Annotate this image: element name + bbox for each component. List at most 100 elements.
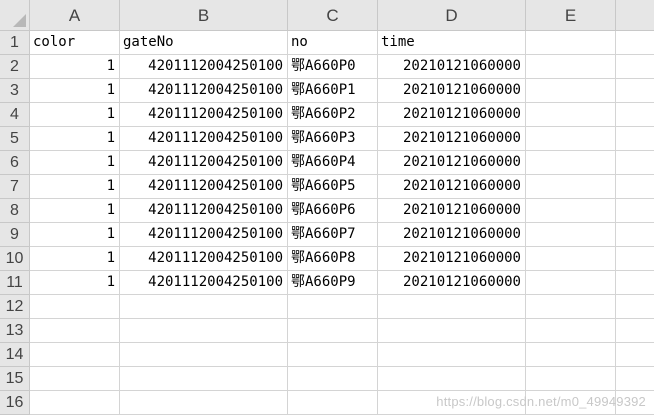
- cell-b7[interactable]: 4201112004250100: [120, 175, 288, 199]
- cell-c6[interactable]: 鄂A660P4: [288, 151, 378, 175]
- cell-f1[interactable]: [616, 31, 654, 55]
- cell-d10[interactable]: 20210121060000: [378, 247, 526, 271]
- cell-e5[interactable]: [526, 127, 616, 151]
- cell-f15[interactable]: [616, 367, 654, 391]
- cell-f7[interactable]: [616, 175, 654, 199]
- cell-d13[interactable]: [378, 319, 526, 343]
- cell-f12[interactable]: [616, 295, 654, 319]
- cell-f2[interactable]: [616, 55, 654, 79]
- cell-e9[interactable]: [526, 223, 616, 247]
- column-header-f[interactable]: [616, 0, 654, 31]
- row-header-9[interactable]: 9: [0, 223, 30, 247]
- cell-e1[interactable]: [526, 31, 616, 55]
- cell-e4[interactable]: [526, 103, 616, 127]
- row-header-7[interactable]: 7: [0, 175, 30, 199]
- cell-f14[interactable]: [616, 343, 654, 367]
- cell-b15[interactable]: [120, 367, 288, 391]
- row-header-6[interactable]: 6: [0, 151, 30, 175]
- cell-f9[interactable]: [616, 223, 654, 247]
- column-header-e[interactable]: E: [526, 0, 616, 31]
- row-header-10[interactable]: 10: [0, 247, 30, 271]
- cell-e3[interactable]: [526, 79, 616, 103]
- cell-d4[interactable]: 20210121060000: [378, 103, 526, 127]
- cell-c14[interactable]: [288, 343, 378, 367]
- row-header-8[interactable]: 8: [0, 199, 30, 223]
- cell-e11[interactable]: [526, 271, 616, 295]
- cell-e12[interactable]: [526, 295, 616, 319]
- row-header-4[interactable]: 4: [0, 103, 30, 127]
- cell-a6[interactable]: 1: [30, 151, 120, 175]
- cell-c8[interactable]: 鄂A660P6: [288, 199, 378, 223]
- cell-d7[interactable]: 20210121060000: [378, 175, 526, 199]
- cell-d14[interactable]: [378, 343, 526, 367]
- cell-a2[interactable]: 1: [30, 55, 120, 79]
- row-header-2[interactable]: 2: [0, 55, 30, 79]
- cell-d1[interactable]: time: [378, 31, 526, 55]
- cell-e15[interactable]: [526, 367, 616, 391]
- cell-d12[interactable]: [378, 295, 526, 319]
- cell-a16[interactable]: [30, 391, 120, 415]
- cell-b10[interactable]: 4201112004250100: [120, 247, 288, 271]
- cell-c7[interactable]: 鄂A660P5: [288, 175, 378, 199]
- row-header-3[interactable]: 3: [0, 79, 30, 103]
- cell-d8[interactable]: 20210121060000: [378, 199, 526, 223]
- cell-d3[interactable]: 20210121060000: [378, 79, 526, 103]
- cell-e8[interactable]: [526, 199, 616, 223]
- cell-b1[interactable]: gateNo: [120, 31, 288, 55]
- row-header-1[interactable]: 1: [0, 31, 30, 55]
- cell-a3[interactable]: 1: [30, 79, 120, 103]
- cell-a1[interactable]: color: [30, 31, 120, 55]
- cell-a12[interactable]: [30, 295, 120, 319]
- cell-f8[interactable]: [616, 199, 654, 223]
- column-header-a[interactable]: A: [30, 0, 120, 31]
- cell-b6[interactable]: 4201112004250100: [120, 151, 288, 175]
- column-header-d[interactable]: D: [378, 0, 526, 31]
- cell-b3[interactable]: 4201112004250100: [120, 79, 288, 103]
- cell-a9[interactable]: 1: [30, 223, 120, 247]
- cell-e10[interactable]: [526, 247, 616, 271]
- cell-a5[interactable]: 1: [30, 127, 120, 151]
- cell-d11[interactable]: 20210121060000: [378, 271, 526, 295]
- row-header-5[interactable]: 5: [0, 127, 30, 151]
- cell-a13[interactable]: [30, 319, 120, 343]
- cell-a15[interactable]: [30, 367, 120, 391]
- cell-a4[interactable]: 1: [30, 103, 120, 127]
- row-header-12[interactable]: 12: [0, 295, 30, 319]
- cell-b4[interactable]: 4201112004250100: [120, 103, 288, 127]
- cell-b12[interactable]: [120, 295, 288, 319]
- cell-b16[interactable]: [120, 391, 288, 415]
- cell-a7[interactable]: 1: [30, 175, 120, 199]
- cell-f4[interactable]: [616, 103, 654, 127]
- cell-c5[interactable]: 鄂A660P3: [288, 127, 378, 151]
- cell-c4[interactable]: 鄂A660P2: [288, 103, 378, 127]
- cell-c10[interactable]: 鄂A660P8: [288, 247, 378, 271]
- cell-d6[interactable]: 20210121060000: [378, 151, 526, 175]
- cell-d5[interactable]: 20210121060000: [378, 127, 526, 151]
- cell-c1[interactable]: no: [288, 31, 378, 55]
- cell-b9[interactable]: 4201112004250100: [120, 223, 288, 247]
- cell-b8[interactable]: 4201112004250100: [120, 199, 288, 223]
- cell-d15[interactable]: [378, 367, 526, 391]
- cell-f10[interactable]: [616, 247, 654, 271]
- column-header-b[interactable]: B: [120, 0, 288, 31]
- cell-a10[interactable]: 1: [30, 247, 120, 271]
- cell-d9[interactable]: 20210121060000: [378, 223, 526, 247]
- cell-a14[interactable]: [30, 343, 120, 367]
- row-header-16[interactable]: 16: [0, 391, 30, 415]
- row-header-11[interactable]: 11: [0, 271, 30, 295]
- cell-b2[interactable]: 4201112004250100: [120, 55, 288, 79]
- cell-c3[interactable]: 鄂A660P1: [288, 79, 378, 103]
- cell-e13[interactable]: [526, 319, 616, 343]
- cell-b14[interactable]: [120, 343, 288, 367]
- cell-f3[interactable]: [616, 79, 654, 103]
- row-header-13[interactable]: 13: [0, 319, 30, 343]
- cell-f13[interactable]: [616, 319, 654, 343]
- cell-b11[interactable]: 4201112004250100: [120, 271, 288, 295]
- cell-c13[interactable]: [288, 319, 378, 343]
- cell-f6[interactable]: [616, 151, 654, 175]
- select-all-corner[interactable]: [0, 0, 30, 31]
- cell-b13[interactable]: [120, 319, 288, 343]
- cell-e6[interactable]: [526, 151, 616, 175]
- cell-f5[interactable]: [616, 127, 654, 151]
- cell-e7[interactable]: [526, 175, 616, 199]
